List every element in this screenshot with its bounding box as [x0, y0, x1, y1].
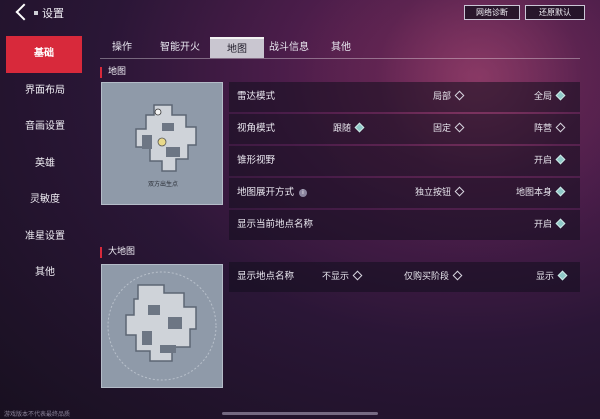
map-expand-button-option[interactable]: 独立按钮 — [415, 178, 465, 208]
place-names-buy-phase-option[interactable]: 仅购买阶段 — [404, 262, 463, 292]
sidebar-item-layout[interactable]: 界面布局 — [0, 73, 90, 110]
diamond-radio-selected-icon — [555, 90, 566, 101]
footer-disclaimer: 游戏版本不代表最终品质 — [4, 411, 71, 418]
reset-default-button[interactable]: 还原默认 — [525, 5, 585, 20]
diamond-radio-icon — [454, 122, 465, 133]
show-location-name-row: 显示当前地点名称 开启 — [229, 210, 580, 240]
page-title: 设置 — [42, 7, 64, 20]
diamond-radio-icon — [352, 270, 363, 281]
diamond-radio-icon — [452, 270, 463, 281]
network-diagnose-button[interactable]: 网络诊断 — [464, 5, 520, 20]
bigmap-settings: 显示地点名称 不显示 仅购买阶段 显示 — [229, 262, 580, 294]
show-location-name-label: 显示当前地点名称 — [237, 219, 314, 230]
diamond-radio-icon — [555, 122, 566, 133]
show-place-names-label: 显示地点名称 — [237, 271, 295, 282]
radar-mode-local-option[interactable]: 局部 — [433, 82, 465, 112]
map-expand-label: 地图展开方式 i — [237, 178, 308, 208]
tab-other[interactable]: 其他 — [326, 37, 356, 58]
radar-mode-global-option[interactable]: 全局 — [534, 82, 566, 112]
scroll-indicator[interactable] — [222, 412, 378, 415]
minimap-settings: 雷达模式 局部 全局 视角模式 跟随 固定 阵营 锥形视野 开启 地图展开方式 i… — [229, 82, 580, 242]
diamond-radio-selected-icon — [354, 122, 365, 133]
tab-bar: 操作 智能开火 地图 战斗信息 其他 — [100, 37, 580, 59]
tab-operation[interactable]: 操作 — [102, 37, 142, 58]
show-location-name-on-option[interactable]: 开启 — [534, 210, 566, 240]
sidebar-item-hero[interactable]: 英雄 — [0, 146, 90, 183]
diamond-radio-icon — [454, 186, 465, 197]
breadcrumb-separator — [34, 11, 38, 15]
bigmap-layout-icon — [102, 265, 222, 387]
show-place-names-row: 显示地点名称 不显示 仅购买阶段 显示 — [229, 262, 580, 292]
view-mode-row: 视角模式 跟随 固定 阵营 — [229, 114, 580, 144]
section-title-map: 地图 — [100, 67, 126, 78]
sidebar-item-crosshair[interactable]: 准星设置 — [0, 219, 90, 256]
sidebar-item-basic[interactable]: 基础 — [6, 36, 82, 73]
bigmap-preview — [101, 264, 223, 388]
sidebar-item-other[interactable]: 其他 — [0, 255, 90, 292]
diamond-radio-selected-icon — [555, 154, 566, 165]
header: 设置 网络诊断 还原默认 — [0, 0, 600, 26]
cone-vision-row: 锥形视野 开启 — [229, 146, 580, 176]
tab-combat-info[interactable]: 战斗信息 — [266, 37, 312, 58]
sidebar-item-audio-video[interactable]: 音画设置 — [0, 109, 90, 146]
info-icon[interactable]: i — [299, 188, 308, 197]
diamond-radio-selected-icon — [555, 218, 566, 229]
view-mode-follow-option[interactable]: 跟随 — [333, 114, 365, 144]
view-mode-fixed-option[interactable]: 固定 — [433, 114, 465, 144]
cone-vision-label: 锥形视野 — [237, 155, 276, 166]
tab-map[interactable]: 地图 — [210, 37, 264, 58]
sidebar-item-sensitivity[interactable]: 灵敏度 — [0, 182, 90, 219]
map-expand-self-option[interactable]: 地图本身 — [516, 178, 566, 208]
map-expand-row: 地图展开方式 i 独立按钮 地图本身 — [229, 178, 580, 208]
back-arrow-icon[interactable] — [14, 3, 32, 21]
diamond-radio-selected-icon — [555, 186, 566, 197]
radar-mode-label: 雷达模式 — [237, 91, 276, 102]
diamond-radio-icon — [454, 90, 465, 101]
radar-mode-row: 雷达模式 局部 全局 — [229, 82, 580, 112]
section-title-bigmap: 大地图 — [100, 247, 135, 258]
tab-smart-fire[interactable]: 智能开火 — [150, 37, 210, 58]
cone-vision-on-option[interactable]: 开启 — [534, 146, 566, 176]
place-names-show-option[interactable]: 显示 — [536, 262, 568, 292]
view-mode-label: 视角模式 — [237, 123, 276, 134]
diamond-radio-selected-icon — [557, 270, 568, 281]
sidebar: 基础 界面布局 音画设置 英雄 灵敏度 准星设置 其他 — [0, 36, 90, 292]
place-names-hide-option[interactable]: 不显示 — [322, 262, 363, 292]
minimap-preview: 双方出生点 — [101, 82, 223, 205]
view-mode-faction-option[interactable]: 阵营 — [534, 114, 566, 144]
minimap-caption: 双方出生点 — [148, 181, 179, 188]
